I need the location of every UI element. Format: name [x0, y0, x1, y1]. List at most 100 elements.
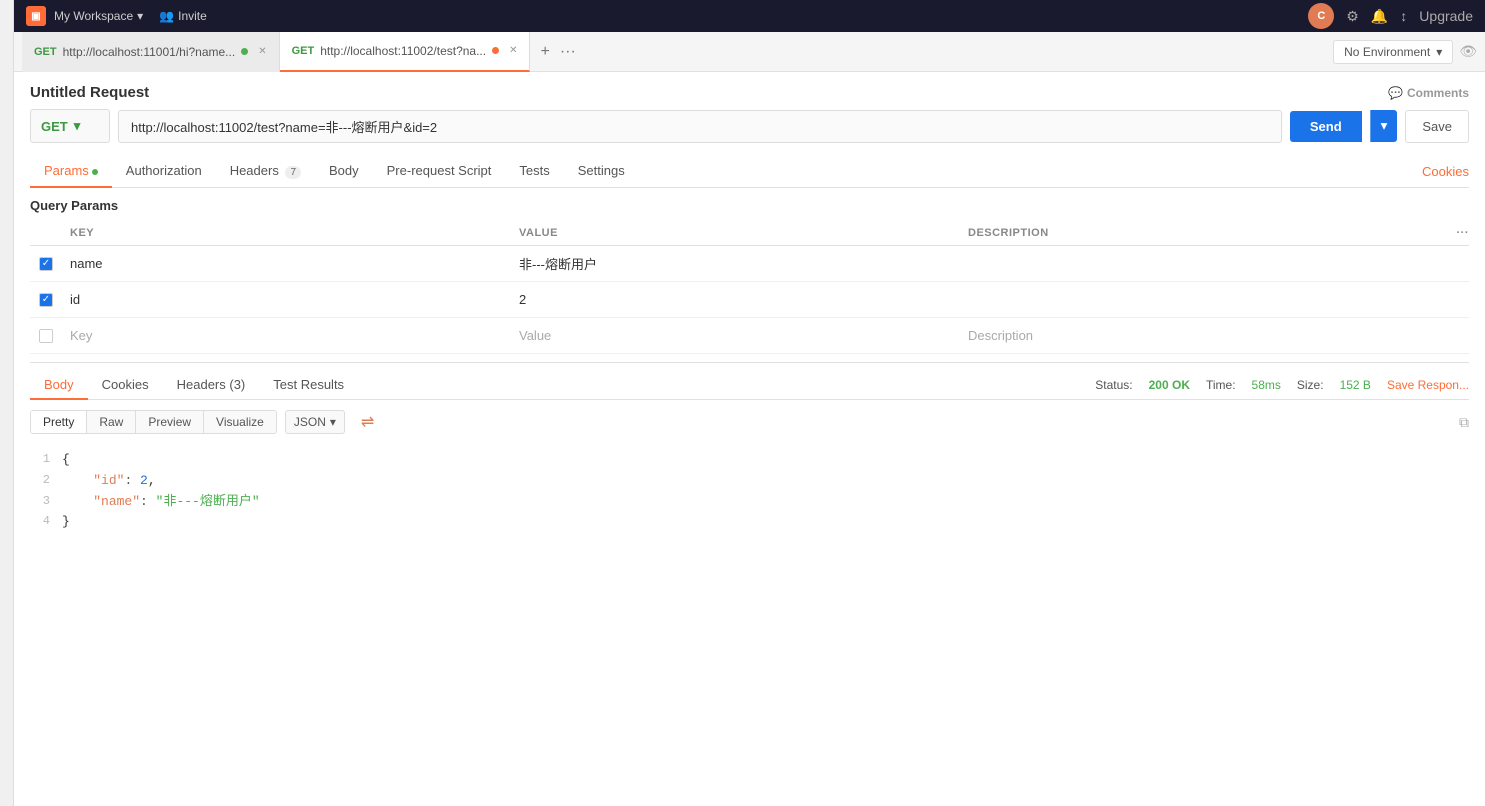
status-value: 200 OK: [1149, 378, 1190, 392]
send-button[interactable]: Send: [1290, 111, 1362, 142]
format-raw[interactable]: Raw: [87, 411, 136, 433]
json-select[interactable]: JSON ▾: [285, 410, 345, 434]
tab-body[interactable]: Body: [315, 155, 373, 188]
row3-desc[interactable]: Description: [960, 322, 1409, 349]
tab-more-button[interactable]: ···: [560, 43, 576, 61]
th-value: VALUE: [511, 227, 960, 239]
format-visualize[interactable]: Visualize: [204, 411, 276, 433]
table-row: ✓ name 非---熔断用户: [30, 246, 1469, 282]
tab-1[interactable]: GET http://localhost:11001/hi?name... ✕: [22, 32, 280, 72]
row1-desc[interactable]: [960, 258, 1409, 270]
row3-key[interactable]: Key: [62, 322, 511, 349]
sync-icon[interactable]: ↕: [1400, 8, 1407, 24]
notifications-icon[interactable]: 🔔: [1371, 8, 1388, 25]
env-selector[interactable]: No Environment ▾ 👁: [1333, 40, 1477, 64]
workspace-label[interactable]: My Workspace ▾: [54, 9, 143, 23]
json-label: JSON: [294, 415, 326, 429]
tab-2[interactable]: GET http://localhost:11002/test?na... ✕: [280, 32, 531, 72]
save-button[interactable]: Save: [1405, 110, 1469, 143]
response-tabs: Body Cookies Headers (3) Test Results St…: [30, 363, 1469, 400]
save-response-btn[interactable]: Save Respon...: [1387, 378, 1469, 392]
th-description: DESCRIPTION: [960, 227, 1409, 239]
th-key: KEY: [62, 227, 511, 239]
code-line-2: 2 "id": 2,: [30, 471, 1469, 492]
status-label: Status:: [1095, 378, 1132, 392]
url-input[interactable]: [118, 110, 1282, 143]
method-chevron: ▾: [74, 118, 81, 134]
checkbox-1[interactable]: ✓: [39, 257, 53, 271]
format-preview[interactable]: Preview: [136, 411, 204, 433]
tab-settings[interactable]: Settings: [564, 155, 639, 188]
tab-2-dot: [492, 47, 499, 54]
checkbox-2[interactable]: ✓: [39, 293, 53, 307]
response-section: Body Cookies Headers (3) Test Results St…: [30, 362, 1469, 541]
tab-pre-request[interactable]: Pre-request Script: [373, 155, 506, 188]
row1-value[interactable]: 非---熔断用户: [511, 248, 960, 279]
tab-params[interactable]: Params: [30, 155, 112, 188]
new-tab-button[interactable]: +: [530, 43, 559, 61]
row2-value[interactable]: 2: [511, 286, 960, 313]
row3-value[interactable]: Value: [511, 322, 960, 349]
send-dropdown-button[interactable]: ▾: [1370, 110, 1398, 142]
size-value: 152 B: [1340, 378, 1371, 392]
table-row: ✓ id 2: [30, 282, 1469, 318]
comments-label: Comments: [1407, 86, 1469, 100]
tab-2-method: GET: [292, 45, 315, 57]
cookies-link[interactable]: Cookies: [1422, 164, 1469, 179]
code-line-1: 1 {: [30, 450, 1469, 471]
tab-1-method: GET: [34, 46, 57, 58]
tab-tests[interactable]: Tests: [505, 155, 563, 188]
postman-logo: ▣: [26, 6, 46, 26]
resp-tab-cookies[interactable]: Cookies: [88, 371, 163, 400]
row1-key[interactable]: name: [62, 250, 511, 277]
row2-check[interactable]: ✓: [30, 293, 62, 307]
row2-key[interactable]: id: [62, 286, 511, 313]
format-bar: Pretty Raw Preview Visualize JSON ▾ ⇌ ⧉: [30, 400, 1469, 442]
row2-desc[interactable]: [960, 294, 1409, 306]
settings-icon[interactable]: ⚙: [1346, 8, 1359, 25]
json-chevron: ▾: [330, 415, 336, 429]
top-bar-right: C ⚙ 🔔 ↕ Upgrade: [1308, 3, 1473, 29]
tab-1-url: http://localhost:11001/hi?name...: [63, 45, 236, 59]
invite-label: Invite: [178, 9, 207, 23]
tab-1-close[interactable]: ✕: [258, 46, 266, 57]
env-eye-icon[interactable]: 👁: [1459, 43, 1477, 60]
code-line-3: 3 "name": "非---熔断用户": [30, 492, 1469, 513]
resp-tab-test-results[interactable]: Test Results: [259, 371, 358, 400]
format-pretty[interactable]: Pretty: [31, 411, 87, 433]
resp-tab-body[interactable]: Body: [30, 371, 88, 400]
request-title: Untitled Request: [30, 84, 149, 101]
env-label: No Environment: [1344, 45, 1430, 59]
method-select[interactable]: GET ▾: [30, 109, 110, 143]
tab-1-dot: [241, 48, 248, 55]
query-params-title: Query Params: [30, 188, 1469, 221]
size-label: Size:: [1297, 378, 1324, 392]
row3-check[interactable]: [30, 329, 62, 343]
request-title-row: Untitled Request 💬 Comments: [30, 72, 1469, 109]
request-tabs: Params Authorization Headers 7 Body Pre-…: [30, 155, 1469, 188]
wrap-button[interactable]: ⇌: [353, 408, 382, 436]
resp-tab-headers[interactable]: Headers (3): [163, 371, 260, 400]
format-group: Pretty Raw Preview Visualize: [30, 410, 277, 434]
invite-btn[interactable]: 👥 Invite: [159, 9, 207, 23]
code-block: 1 { 2 "id": 2, 3 "name": "非---熔断用户": [30, 442, 1469, 541]
avatar[interactable]: C: [1308, 3, 1334, 29]
checkbox-3[interactable]: [39, 329, 53, 343]
time-label: Time:: [1206, 378, 1236, 392]
method-value: GET: [41, 119, 68, 134]
tab-headers[interactable]: Headers 7: [216, 155, 315, 188]
env-dropdown[interactable]: No Environment ▾: [1333, 40, 1453, 64]
tab-authorization[interactable]: Authorization: [112, 155, 216, 188]
upgrade-btn[interactable]: Upgrade: [1419, 8, 1473, 24]
row1-check[interactable]: ✓: [30, 257, 62, 271]
env-chevron: ▾: [1436, 45, 1442, 59]
tab-2-close[interactable]: ✕: [509, 45, 517, 56]
workspace-chevron: ▾: [137, 9, 143, 23]
th-actions: ···: [1409, 227, 1469, 239]
url-bar: GET ▾ Send ▾ Save: [30, 109, 1469, 143]
copy-button[interactable]: ⧉: [1459, 414, 1469, 431]
table-row: Key Value Description: [30, 318, 1469, 354]
comments-link[interactable]: 💬 Comments: [1388, 86, 1469, 100]
tabs-row: GET http://localhost:11001/hi?name... ✕ …: [14, 32, 1485, 72]
tab-2-url: http://localhost:11002/test?na...: [320, 44, 486, 58]
